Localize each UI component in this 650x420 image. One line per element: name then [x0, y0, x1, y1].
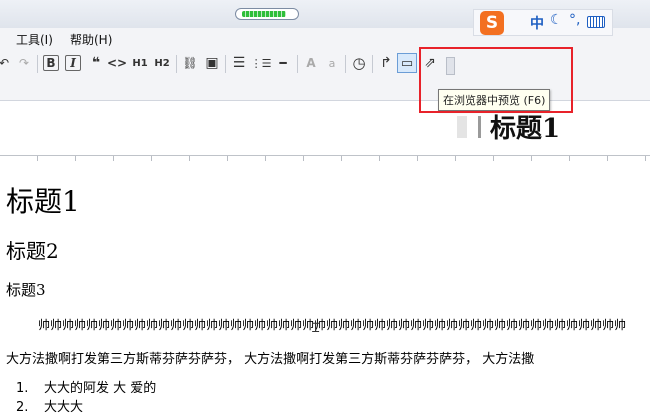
code-icon[interactable]: <>	[107, 53, 127, 73]
preview-icon[interactable]: ▭	[397, 53, 417, 73]
blockquote-icon[interactable]: ❝	[86, 53, 106, 73]
doc-ordered-list: 1. 大大的阿发 大 爱的 2. 大大大	[6, 377, 156, 415]
menu-help[interactable]: 帮助(H)	[70, 31, 112, 48]
toolbar-separator	[225, 55, 226, 73]
progress-fill	[242, 11, 286, 17]
tooltip-preview-in-browser: 在浏览器中预览 (F6)	[438, 89, 551, 111]
bold-icon[interactable]: B	[43, 55, 59, 71]
undo-icon[interactable]: ↶	[0, 53, 14, 73]
doc-heading-1[interactable]: 标题1	[6, 180, 80, 220]
doc-heading-2[interactable]: 标题2	[6, 235, 59, 264]
list-item[interactable]: 1. 大大的阿发 大 爱的	[6, 377, 156, 396]
toolbar: ↶ ↷ B I ❝ <> H1 H2 ⛓ ▣ ☰ ⋮☰ ━ A a ◷ ↱ ▭ …	[0, 50, 650, 78]
list-item[interactable]: 2. 大大大	[6, 396, 156, 415]
toolbar-lower-strip	[0, 78, 650, 101]
ime-status-bar[interactable]: S 中 ☾ °,	[473, 9, 613, 36]
link-icon[interactable]: ⛓	[180, 53, 200, 73]
moon-icon[interactable]: ☾	[550, 12, 563, 28]
preview-heading: 标题1	[490, 114, 561, 144]
preview-scroll-edge	[457, 116, 467, 138]
italic-icon[interactable]: I	[65, 55, 81, 71]
toolbar-separator	[297, 55, 298, 73]
editor-ruler	[0, 155, 650, 161]
preview-divider	[478, 116, 481, 138]
list-item-text: 大大的阿发 大 爱的	[44, 381, 157, 396]
wrap-icon[interactable]: ↱	[376, 53, 396, 73]
list-item-text: 大大大	[44, 400, 84, 415]
toolbar-separator	[372, 55, 373, 73]
list-item-number: 2.	[16, 400, 29, 415]
font-smaller-icon[interactable]: a	[322, 53, 342, 73]
text-cursor-icon: Ɪ	[312, 321, 320, 336]
clock-icon[interactable]: ◷	[349, 53, 369, 73]
preview-in-browser-icon[interactable]: ⇗	[420, 53, 440, 73]
toolbar-separator	[176, 55, 177, 73]
menu-tools[interactable]: 工具(I)	[16, 31, 53, 48]
progress-indicator	[235, 8, 299, 20]
keyboard-icon[interactable]	[587, 16, 605, 28]
list-item-number: 1.	[16, 381, 29, 396]
unordered-list-icon[interactable]: ☰	[229, 53, 249, 73]
toolbar-overflow-button[interactable]	[446, 57, 455, 75]
sogou-logo-icon[interactable]: S	[480, 11, 504, 35]
toolbar-separator	[37, 55, 38, 73]
ime-chinese-mode[interactable]: 中	[530, 13, 544, 33]
toolbar-separator	[345, 55, 346, 73]
ordered-list-icon[interactable]: ⋮☰	[251, 53, 272, 73]
doc-heading-3[interactable]: 标题3	[6, 279, 46, 300]
doc-paragraph-2[interactable]: 大方法撒啊打发第三方斯蒂芬萨芬萨芬， 大方法撒啊打发第三方斯蒂芬萨芬萨芬， 大方…	[6, 348, 534, 367]
punctuation-icon[interactable]: °,	[569, 12, 580, 28]
redo-icon[interactable]: ↷	[14, 53, 34, 73]
font-larger-icon[interactable]: A	[301, 53, 321, 73]
doc-paragraph-1[interactable]: 帅帅帅帅帅帅帅帅帅帅帅帅帅帅帅帅帅帅帅帅帅帅帅帅帅帅帅帅帅帅帅帅帅帅帅帅帅帅帅帅…	[38, 316, 626, 333]
heading2-icon[interactable]: H2	[152, 53, 172, 73]
horizontal-rule-icon[interactable]: ━	[273, 53, 293, 73]
heading1-icon[interactable]: H1	[130, 53, 150, 73]
image-icon[interactable]: ▣	[202, 53, 222, 73]
